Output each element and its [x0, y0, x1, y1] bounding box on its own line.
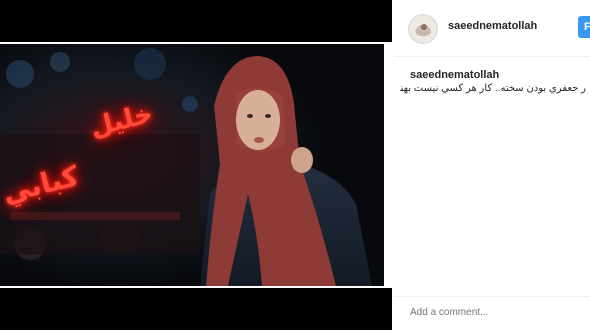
- post-username[interactable]: saeednematollah: [448, 20, 537, 32]
- post-sidebar: saeednematollah F saeednematollah . ر جع…: [394, 0, 590, 330]
- caption-text: ر جعفري بودن سخته.. كار هر كسي نيست بهنا…: [400, 83, 586, 94]
- avatar-photo-icon: [410, 16, 436, 42]
- letterbox-top: [0, 0, 392, 42]
- caption-username[interactable]: saeednematollah: [410, 69, 499, 81]
- follow-button[interactable]: F: [578, 16, 590, 38]
- post-header: saeednematollah F: [394, 0, 590, 57]
- post-media-pane: خليل كبابي: [0, 0, 392, 330]
- caption-separator: .: [490, 69, 494, 81]
- post-photo[interactable]: خليل كبابي: [0, 44, 384, 286]
- avatar[interactable]: [408, 14, 438, 44]
- add-comment-input[interactable]: [410, 307, 580, 318]
- add-comment-bar: [394, 296, 590, 331]
- letterbox-bottom: [0, 288, 392, 330]
